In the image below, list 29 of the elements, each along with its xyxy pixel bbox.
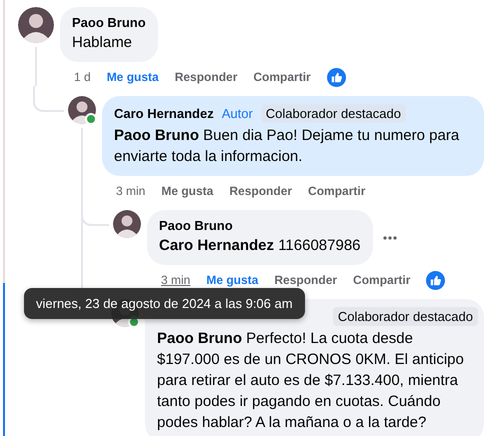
comment-text: Hablame [72, 33, 134, 53]
author-name[interactable]: Caro Hernandez [114, 106, 214, 121]
share-link[interactable]: Compartir [353, 273, 410, 287]
comment-time[interactable]: 1 d [74, 70, 91, 84]
reply-link[interactable]: Responder [229, 184, 292, 198]
like-icon[interactable] [426, 270, 446, 290]
date-tooltip: viernes, 23 de agosto de 2024 a las 9:06 am [24, 288, 305, 319]
like-link[interactable]: Me gusta [106, 70, 159, 84]
share-link[interactable]: Compartir [253, 70, 311, 84]
thread-line [33, 86, 64, 112]
author-name[interactable]: Paoo Bruno [72, 15, 146, 30]
author-tag: Autor [222, 106, 253, 121]
like-icon[interactable] [326, 68, 346, 86]
share-link[interactable]: Compartir [308, 184, 366, 198]
comment-time[interactable]: 3 min [116, 184, 146, 198]
more-icon[interactable] [382, 236, 397, 240]
comment-time[interactable]: 3 min [161, 273, 190, 287]
like-link[interactable]: Me gusta [206, 273, 258, 287]
reply-link[interactable]: Responder [274, 273, 338, 287]
comment-text: Paoo Bruno Buen dia Pao! Dejame tu numero para enviarte toda la informacion. [114, 126, 460, 167]
author-name[interactable]: Paoo Bruno [159, 218, 233, 233]
avatar[interactable] [18, 7, 54, 43]
avatar[interactable] [113, 210, 141, 238]
comment-text: Caro Hernandez 1166087986 [159, 236, 361, 256]
contributor-badge: Colaborador destacado [260, 104, 406, 123]
reply-link[interactable]: Responder [174, 70, 238, 84]
comment-text: Paoo Bruno Perfecto! La cuota desde $197.000 es de un CRONOS 0KM. El anticipo para retirar el auto es de $7.133.400, mientra tanto podes ir pagando en cuotas. Cuándo podes hablar? A la mañana o a la tarde? [157, 329, 465, 433]
like-link[interactable]: Me gusta [161, 184, 214, 198]
contributor-badge: Colaborador destacado [332, 307, 478, 326]
